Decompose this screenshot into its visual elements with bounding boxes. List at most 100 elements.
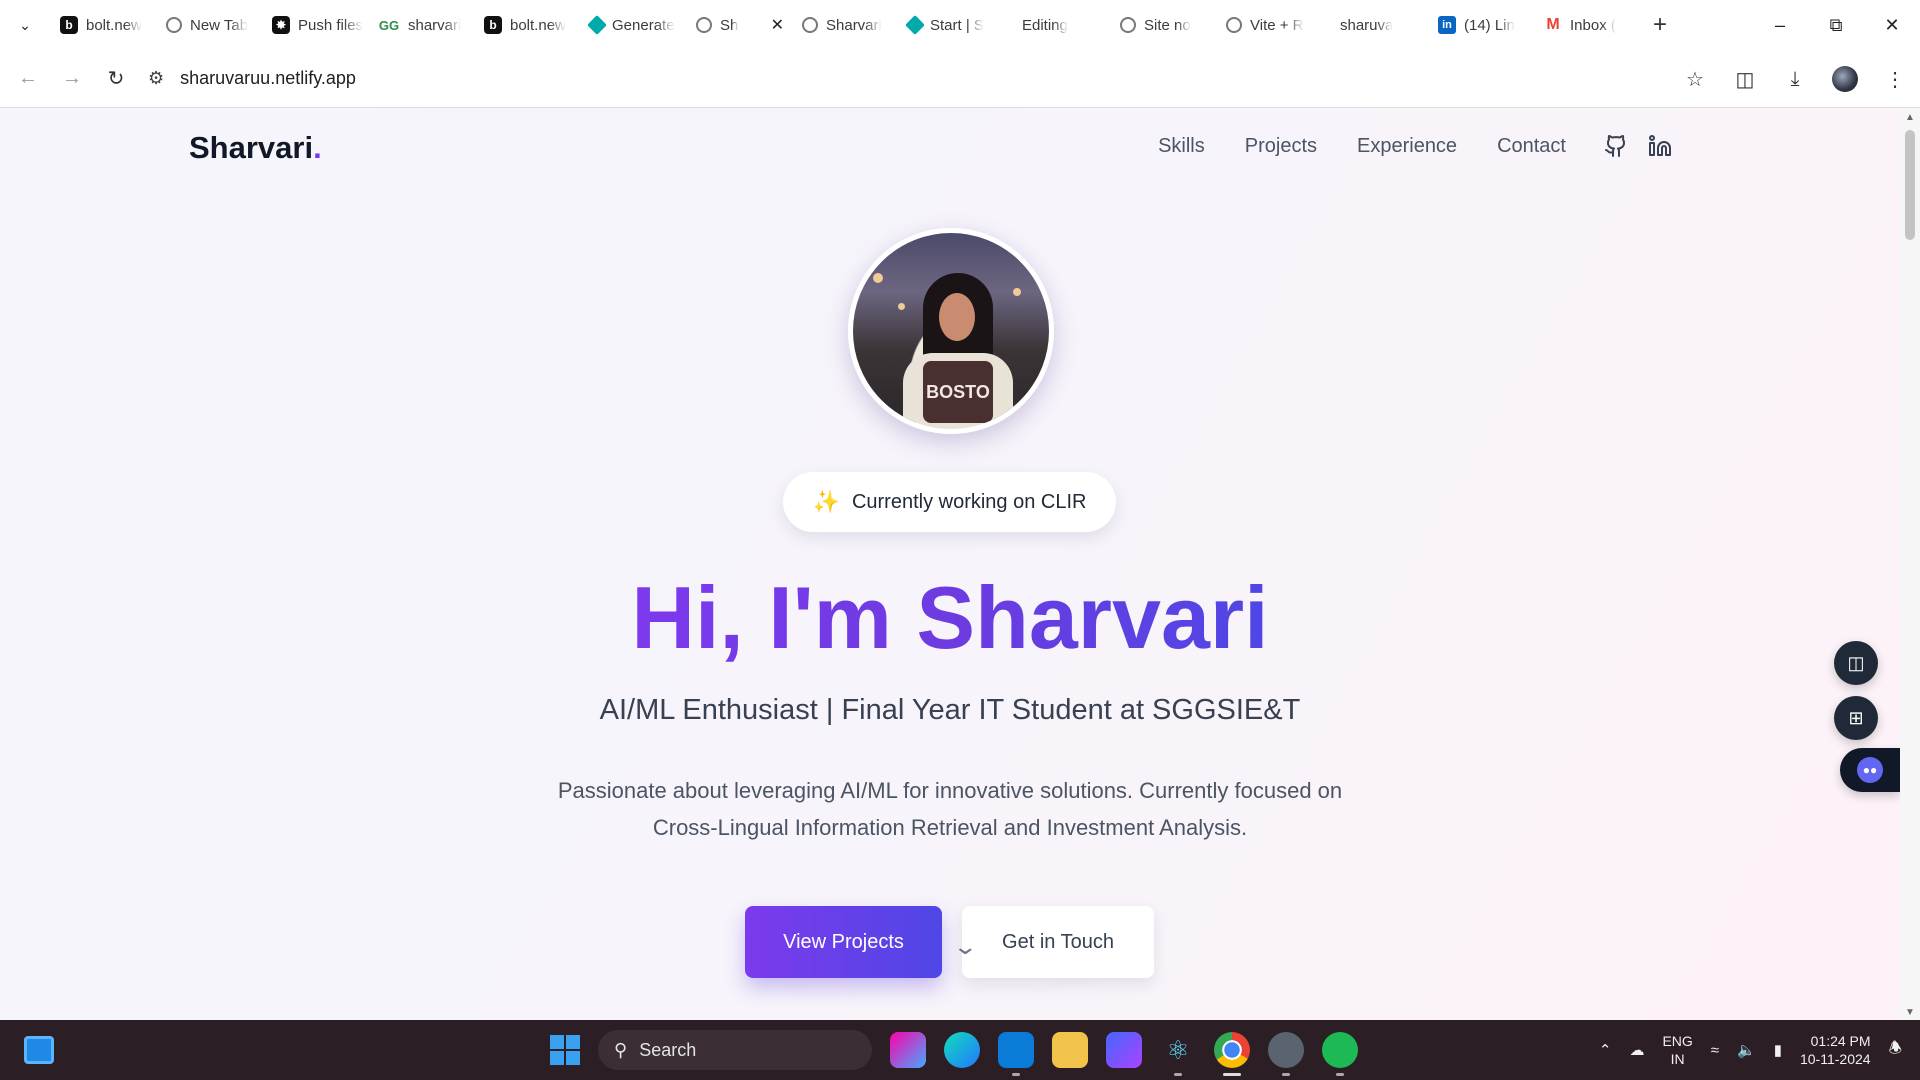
browser-tab[interactable]: sharuva: [1322, 0, 1428, 50]
assistant-bot-button[interactable]: ●●: [1840, 748, 1900, 792]
tab-title: bolt.new: [86, 16, 142, 34]
widgets-icon[interactable]: [24, 1036, 54, 1064]
browser-tab[interactable]: Generate: [580, 0, 686, 50]
chevron-up-icon[interactable]: ⌃: [1599, 1041, 1612, 1059]
browser-tab[interactable]: in (14) Lin: [1428, 0, 1534, 50]
new-tab-button[interactable]: +: [1640, 0, 1680, 50]
close-tab-icon[interactable]: ✕: [771, 15, 784, 35]
tab-title: sharuva: [1340, 16, 1394, 34]
hero-description-line: Cross-Lingual Information Retrieval and …: [652, 815, 1248, 840]
minimize-icon[interactable]: –: [1752, 0, 1808, 50]
window-controls: – ⧉ ✕: [1752, 0, 1920, 50]
spotify-icon[interactable]: [1322, 1032, 1358, 1076]
vscode-icon[interactable]: [998, 1032, 1034, 1076]
nav-skills[interactable]: Skills: [1158, 135, 1205, 158]
more-menu-icon[interactable]: ⋮: [1870, 50, 1920, 108]
logo-dot: .: [313, 130, 322, 165]
forward-icon[interactable]: →: [50, 59, 94, 99]
url-text: sharuvaruu.netlify.app: [180, 68, 356, 88]
status-badge-text: Currently working on CLIR: [851, 490, 1087, 513]
tab-title: bolt.new: [510, 16, 566, 34]
browser-tab[interactable]: Sh ✕: [686, 0, 792, 50]
tab-list: b bolt.new New Tab ✸ Push files GG sharvari b bo…: [50, 0, 1640, 50]
clock[interactable]: 01:24 PM 10-11-2024: [1800, 1032, 1871, 1068]
apps-grid-icon[interactable]: ⊞: [1834, 696, 1878, 740]
nav-experience[interactable]: Experience: [1357, 135, 1457, 158]
scroll-up-arrow-icon[interactable]: ▲: [1905, 112, 1915, 123]
tab-title: Start | S: [930, 16, 984, 34]
file-explorer-icon[interactable]: [1052, 1032, 1088, 1068]
battery-icon[interactable]: ▮: [1774, 1041, 1782, 1059]
region-code: IN: [1670, 1051, 1685, 1067]
notification-bell-icon[interactable]: 🕭: [1889, 1038, 1902, 1063]
site-info-icon[interactable]: ⚙: [148, 68, 164, 89]
copilot-icon[interactable]: [890, 1032, 926, 1068]
download-icon[interactable]: ⤓: [1770, 50, 1820, 108]
address-bar[interactable]: ⚙ sharuvaruu.netlify.app: [148, 59, 356, 99]
onedrive-icon[interactable]: ☁: [1629, 1041, 1644, 1059]
bolt-icon: b: [60, 16, 78, 34]
tab-title: Generate: [612, 16, 675, 34]
page-scrollbar[interactable]: ▲ ▼: [1900, 108, 1920, 1020]
react-icon[interactable]: ⚛: [1160, 1032, 1196, 1076]
chrome-icon: [166, 17, 182, 33]
taskbar-search-placeholder: Search: [639, 1039, 697, 1060]
wifi-icon[interactable]: ≈: [1711, 1042, 1719, 1059]
tab-search-icon[interactable]: ⌄: [0, 0, 50, 50]
site-logo[interactable]: Sharvari.: [189, 130, 322, 166]
edge-icon[interactable]: [944, 1032, 980, 1068]
linkedin-icon[interactable]: [1648, 134, 1672, 158]
browser-tab[interactable]: ✸ Push files: [262, 0, 368, 50]
browser-tab[interactable]: b bolt.new: [474, 0, 580, 50]
bot-icon: ●●: [1857, 757, 1883, 783]
scroll-down-arrow-icon[interactable]: ▼: [1905, 1007, 1915, 1018]
globe-icon: [1226, 17, 1242, 33]
start-windows-icon[interactable]: [550, 1035, 580, 1065]
tab-strip: ⌄ b bolt.new New Tab ✸ Push files GG sharvari b…: [0, 0, 1920, 50]
nav-projects[interactable]: Projects: [1245, 135, 1317, 158]
browser-tab[interactable]: Sharvari: [792, 0, 898, 50]
get-in-touch-button[interactable]: Get in Touch: [962, 906, 1154, 978]
browser-tab[interactable]: Start | S: [898, 0, 1004, 50]
tab-title: sharvari: [408, 16, 462, 34]
tab-title: Push files: [298, 16, 364, 34]
browser-tab[interactable]: New Tab: [156, 0, 262, 50]
browser-tab[interactable]: Vite + R: [1216, 0, 1322, 50]
taskbar-search[interactable]: ⚲ Search: [598, 1030, 872, 1070]
reader-mode-icon[interactable]: ◫: [1834, 641, 1878, 685]
tab-title: Vite + R: [1250, 16, 1304, 34]
tab-title: Sharvari: [826, 16, 882, 34]
close-window-icon[interactable]: ✕: [1864, 0, 1920, 50]
nav-contact[interactable]: Contact: [1497, 135, 1566, 158]
scroll-down-chevron-icon[interactable]: ⌄: [952, 934, 978, 960]
language-indicator[interactable]: ENG IN: [1662, 1032, 1692, 1068]
scrollbar-thumb[interactable]: [1905, 130, 1915, 240]
photo-light: [873, 273, 883, 283]
social-links: [1604, 134, 1672, 158]
globe-icon: [802, 17, 818, 33]
volume-icon[interactable]: 🔈: [1737, 1041, 1756, 1059]
browser-tab[interactable]: GG sharvari: [368, 0, 474, 50]
back-icon[interactable]: ←: [6, 59, 50, 99]
chrome-icon[interactable]: [1214, 1032, 1250, 1076]
bookmark-star-icon[interactable]: ☆: [1670, 50, 1720, 108]
restore-icon[interactable]: ⧉: [1808, 0, 1864, 50]
photo-light: [898, 303, 905, 310]
diamond-icon: [587, 15, 607, 35]
browser-tab[interactable]: Editing: [1004, 0, 1110, 50]
reload-icon[interactable]: ↻: [94, 59, 138, 99]
github-icon[interactable]: [1604, 134, 1628, 158]
app-icon[interactable]: [1106, 1032, 1142, 1068]
extensions-icon[interactable]: ◫: [1720, 50, 1770, 108]
hero-subtitle: AI/ML Enthusiast | Final Year IT Student…: [599, 694, 1301, 726]
tab-title: (14) Lin: [1464, 16, 1515, 34]
settings-gear-icon[interactable]: [1268, 1032, 1304, 1076]
site-header: Sharvari. Skills Projects Experience Con…: [0, 108, 1900, 192]
browser-tab[interactable]: b bolt.new: [50, 0, 156, 50]
site-nav-menu: Skills Projects Experience Contact: [1158, 134, 1672, 158]
hero-description-line: Passionate about leveraging AI/ML for in…: [557, 778, 1343, 803]
browser-tab[interactable]: M Inbox (: [1534, 0, 1640, 50]
browser-tab[interactable]: Site no: [1110, 0, 1216, 50]
view-projects-button[interactable]: View Projects: [745, 906, 942, 978]
profile-avatar[interactable]: [1832, 66, 1858, 92]
